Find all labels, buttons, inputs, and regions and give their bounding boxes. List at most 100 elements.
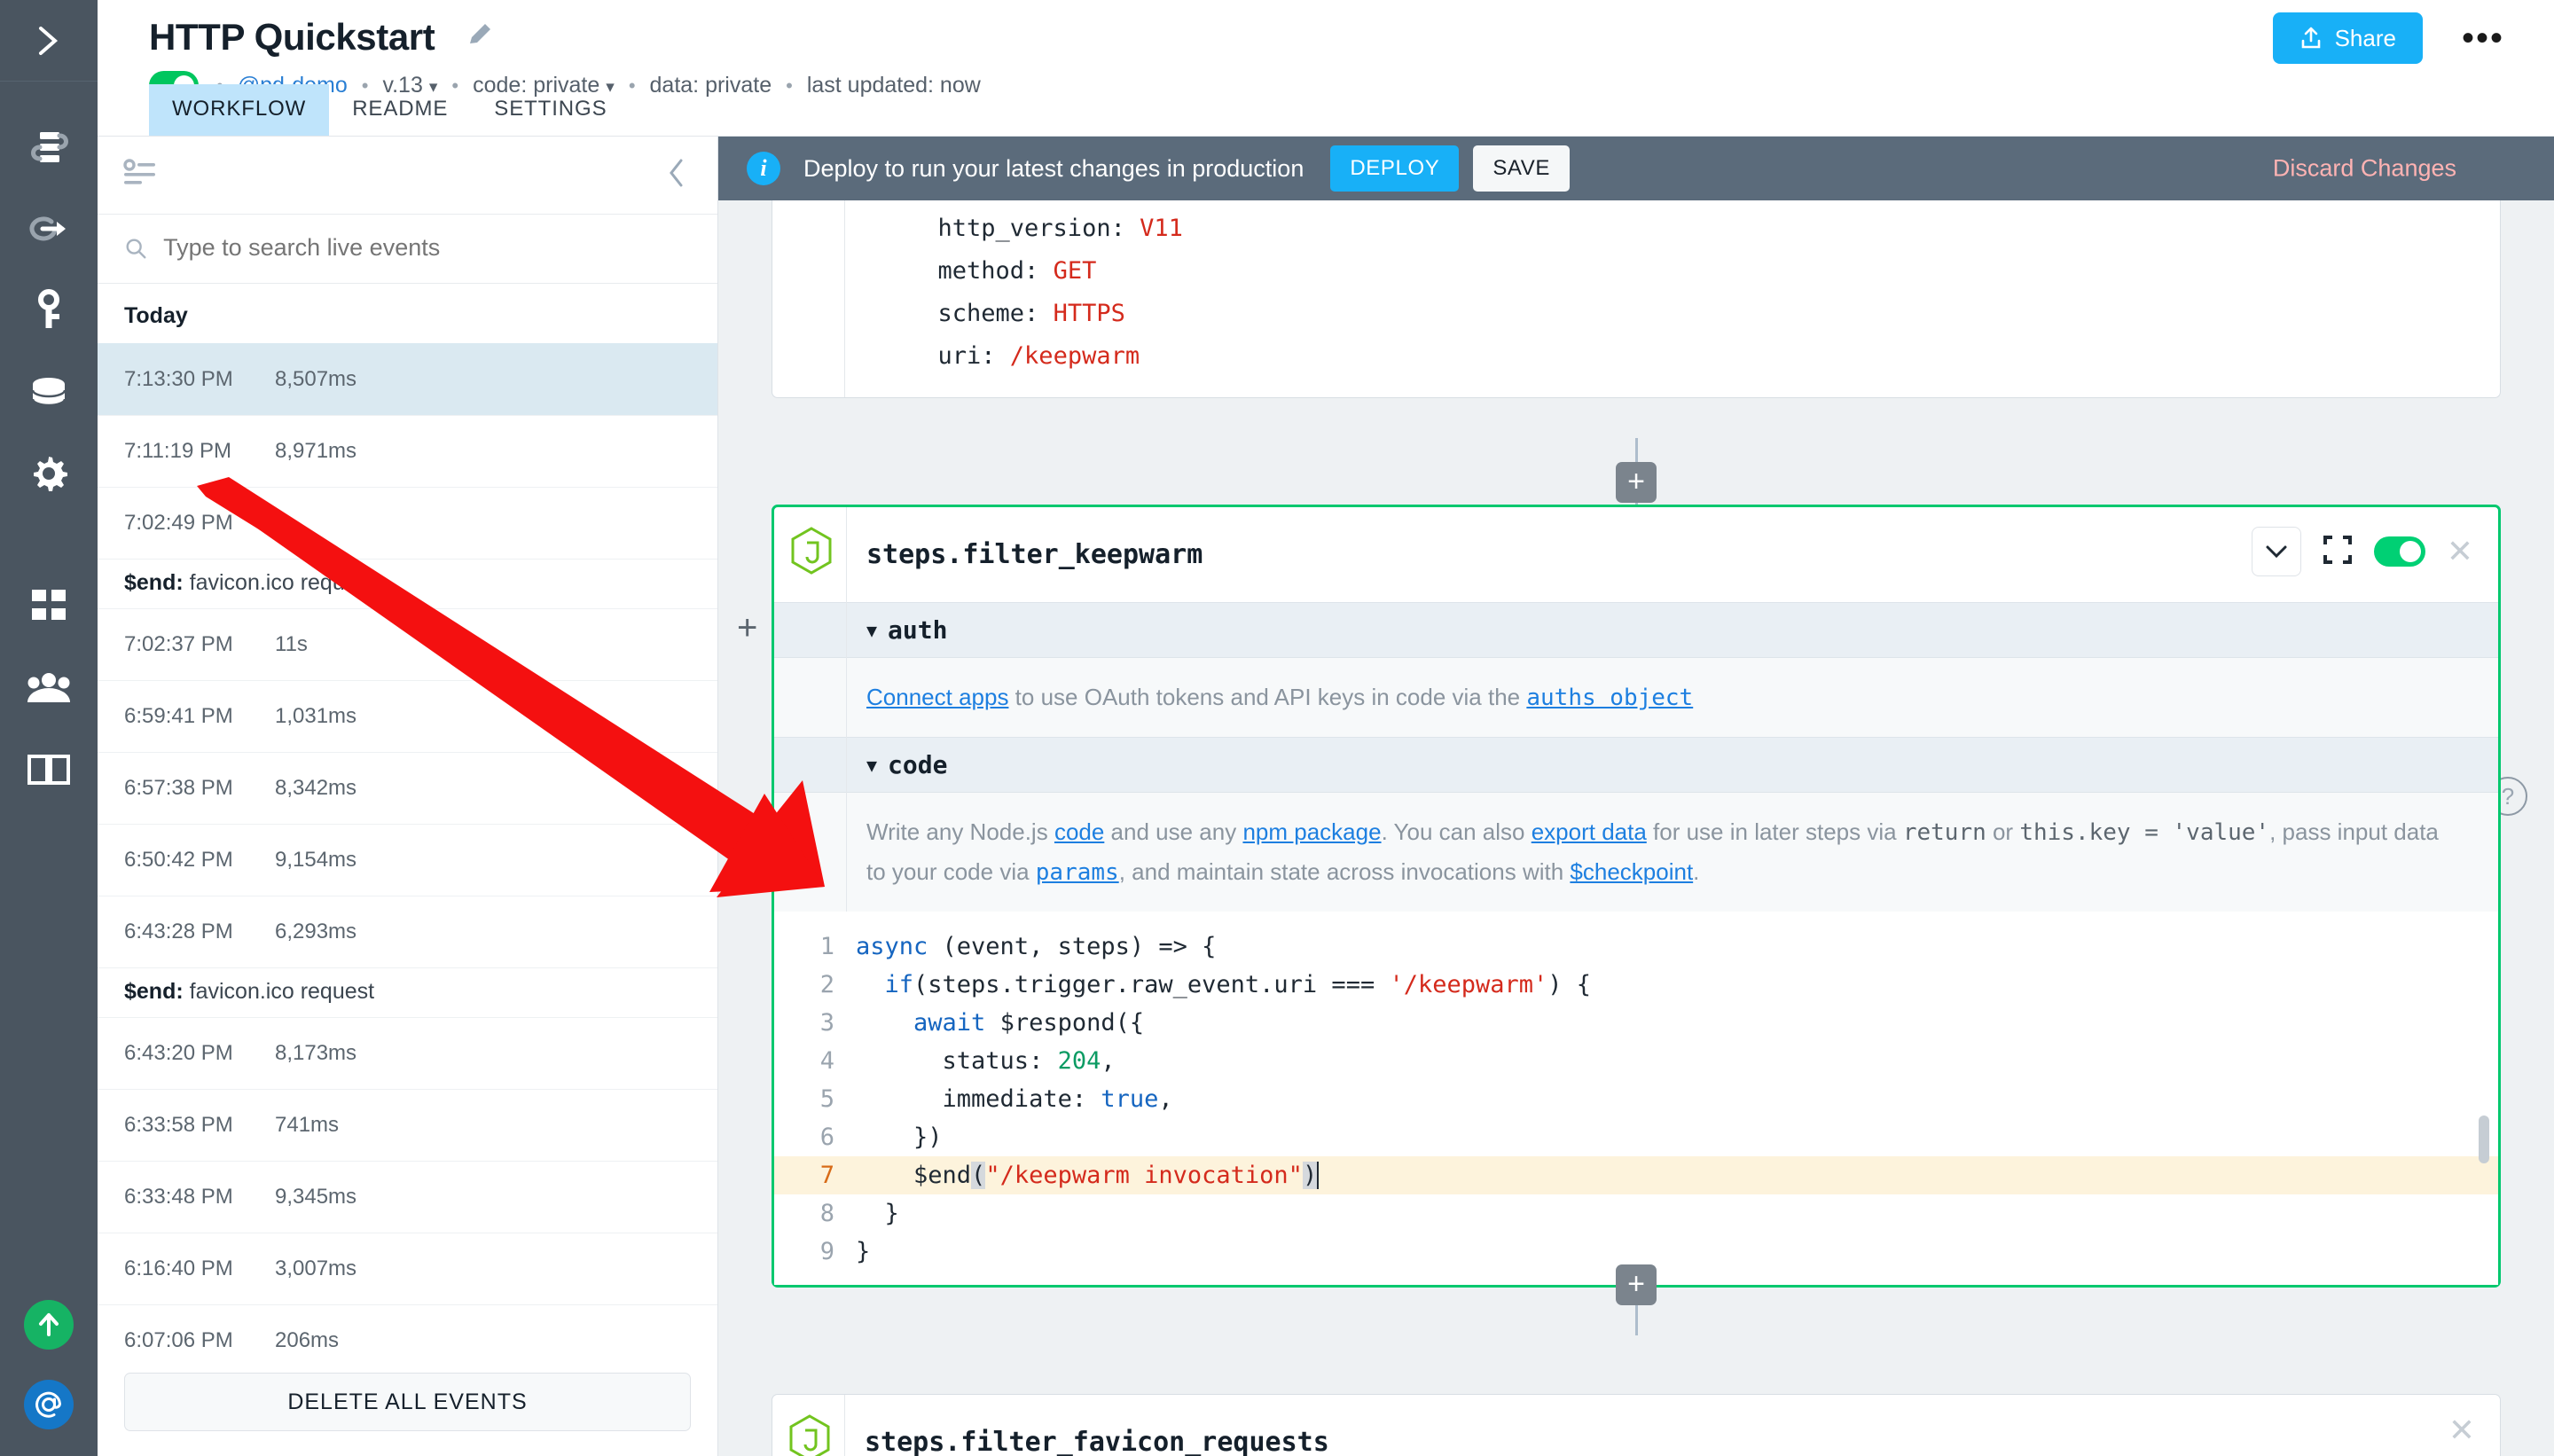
event-time: 6:59:41 PM xyxy=(124,704,275,729)
trigger-line: scheme: HTTPS xyxy=(772,293,2500,335)
discard-changes-link[interactable]: Discard Changes xyxy=(2273,155,2456,183)
auth-section-body: Connect apps to use OAuth tokens and API… xyxy=(774,658,2498,737)
collapse-step-button[interactable] xyxy=(2252,527,2301,576)
sidebar-item-settings[interactable] xyxy=(0,433,98,514)
text-cursor xyxy=(1317,1162,1319,1189)
event-time: 6:57:38 PM xyxy=(124,776,275,801)
npm-package-link[interactable]: npm package xyxy=(1242,818,1381,845)
delete-all-events-button[interactable]: DELETE ALL EVENTS xyxy=(124,1373,691,1431)
tab-readme[interactable]: README xyxy=(329,84,471,136)
editor-line: 3 await $respond({ xyxy=(774,1004,2498,1042)
line-code: }) xyxy=(856,1118,943,1156)
editor-line: 4 status: 204, xyxy=(774,1042,2498,1080)
apps-grid-icon xyxy=(29,587,68,626)
share-label: Share xyxy=(2335,25,2396,52)
events-list[interactable]: Today 7:13:30 PM 8,507ms 7:11:19 PM 8,97… xyxy=(98,284,717,1353)
event-row[interactable]: 6:50:42 PM 9,154ms xyxy=(98,824,717,896)
sidebar-item-docs[interactable] xyxy=(0,729,98,810)
add-step-button[interactable]: + xyxy=(1616,462,1657,503)
add-step-button[interactable]: + xyxy=(1616,1264,1657,1305)
upgrade-button[interactable] xyxy=(24,1300,74,1350)
tab-settings[interactable]: SETTINGS xyxy=(471,84,630,136)
export-data-link[interactable]: export data xyxy=(1532,818,1647,845)
event-note-text: favicon.ico request xyxy=(184,979,374,1004)
close-step-button[interactable]: ✕ xyxy=(2447,536,2473,568)
editor-scrollbar[interactable] xyxy=(2479,1115,2489,1163)
event-row[interactable]: 6:33:48 PM 9,345ms xyxy=(98,1161,717,1233)
sidebar-item-apps[interactable] xyxy=(0,566,98,647)
params-link[interactable]: params xyxy=(1036,859,1119,886)
auth-section-header[interactable]: ▼ auth xyxy=(774,602,2498,658)
step-card-filter-keepwarm[interactable]: + steps.filter_keepwarm xyxy=(772,505,2501,1288)
event-duration: 3,007ms xyxy=(275,1256,356,1281)
save-button[interactable]: SAVE xyxy=(1473,145,1570,192)
event-row[interactable]: 6:43:28 PM 6,293ms xyxy=(98,896,717,967)
event-row[interactable]: 7:11:19 PM 8,971ms xyxy=(98,415,717,487)
code-editor[interactable]: 1 async (event, steps) => { 2 if(steps.t… xyxy=(774,912,2498,1285)
code-section-header[interactable]: ▼ code xyxy=(774,737,2498,793)
step-card-filter-favicon-requests[interactable]: steps.filter_favicon_requests ✕ ▼ auth xyxy=(772,1394,2501,1456)
connect-apps-link[interactable]: Connect apps xyxy=(866,684,1008,710)
code-desc-text: and use any xyxy=(1104,818,1242,845)
sidebar-item-team[interactable] xyxy=(0,647,98,729)
event-row[interactable]: 6:43:20 PM 8,173ms xyxy=(98,1017,717,1089)
collapse-events-panel-button[interactable] xyxy=(666,157,687,193)
expand-step-button[interactable] xyxy=(2323,535,2353,569)
sidebar-item-data-stores[interactable] xyxy=(0,351,98,433)
deploy-button[interactable]: DEPLOY xyxy=(1330,145,1459,192)
event-row[interactable]: 6:57:38 PM 8,342ms xyxy=(98,752,717,824)
line-number: 9 xyxy=(774,1233,856,1271)
token: status: xyxy=(856,1047,1058,1075)
event-row[interactable]: 6:16:40 PM 3,007ms xyxy=(98,1233,717,1304)
tab-workflow[interactable]: WORKFLOW xyxy=(149,84,329,136)
token: , xyxy=(1101,1047,1115,1075)
data-privacy-label: data: private xyxy=(650,73,772,98)
sidebar-item-credentials[interactable] xyxy=(0,270,98,351)
trigger-gutter xyxy=(772,200,845,397)
code-section-body: Write any Node.js code and use any npm p… xyxy=(774,793,2498,912)
trigger-value: /keepwarm xyxy=(1010,342,1140,370)
line-number: 1 xyxy=(774,928,856,966)
event-row[interactable]: 7:02:49 PM xyxy=(98,487,717,559)
event-list-button[interactable] xyxy=(122,159,158,192)
trigger-key: http_version: xyxy=(909,215,1140,242)
editor-line-active: 7 $end("/keepwarm invocation") xyxy=(774,1156,2498,1194)
token: } xyxy=(856,1200,899,1227)
fullscreen-icon xyxy=(2323,535,2353,565)
step-enabled-toggle[interactable] xyxy=(2374,536,2425,567)
events-search-row[interactable] xyxy=(98,215,717,284)
search-input[interactable] xyxy=(163,234,691,262)
edit-title-button[interactable] xyxy=(465,20,495,55)
event-duration: 8,971ms xyxy=(275,439,356,464)
workflow-canvas-area: i Deploy to run your latest changes in p… xyxy=(718,137,2554,1456)
this-key-snippet: this.key = 'value' xyxy=(2019,819,2269,846)
event-duration: 1,031ms xyxy=(275,704,356,729)
event-row[interactable]: 6:33:58 PM 741ms xyxy=(98,1089,717,1161)
checkpoint-link[interactable]: $checkpoint xyxy=(1570,858,1693,885)
trigger-card[interactable]: http_version: V11 method: GET scheme: HT… xyxy=(772,200,2501,398)
expand-sidebar-button[interactable] xyxy=(0,0,98,82)
book-icon xyxy=(26,753,72,787)
code-section-title: code xyxy=(888,750,947,779)
share-button[interactable]: Share xyxy=(2273,12,2423,64)
event-note: $end: favicon.ico request xyxy=(98,559,717,608)
sidebar-item-event-sources[interactable] xyxy=(0,188,98,270)
more-options-button[interactable]: ••• xyxy=(2451,22,2515,54)
auths-object-link[interactable]: auths object xyxy=(1526,685,1693,711)
event-sources-icon xyxy=(25,210,73,247)
sidebar-item-workflows[interactable] xyxy=(0,106,98,188)
event-duration: 8,342ms xyxy=(275,776,356,801)
event-row[interactable]: 6:07:06 PM 206ms xyxy=(98,1304,717,1353)
insert-step-button[interactable]: + xyxy=(737,610,757,646)
support-button[interactable] xyxy=(24,1380,74,1429)
trigger-line: method: GET xyxy=(772,250,2500,293)
event-row[interactable]: 7:02:37 PM 11s xyxy=(98,608,717,680)
trigger-value: GET xyxy=(1054,257,1097,285)
code-link[interactable]: code xyxy=(1054,818,1104,845)
event-row[interactable]: 6:59:41 PM 1,031ms xyxy=(98,680,717,752)
rail-icon-list xyxy=(0,82,98,810)
event-list-icon xyxy=(122,159,158,187)
line-number: 6 xyxy=(774,1118,856,1156)
event-row-selected[interactable]: 7:13:30 PM 8,507ms xyxy=(98,343,717,415)
close-step-button[interactable]: ✕ xyxy=(2448,1414,2475,1446)
